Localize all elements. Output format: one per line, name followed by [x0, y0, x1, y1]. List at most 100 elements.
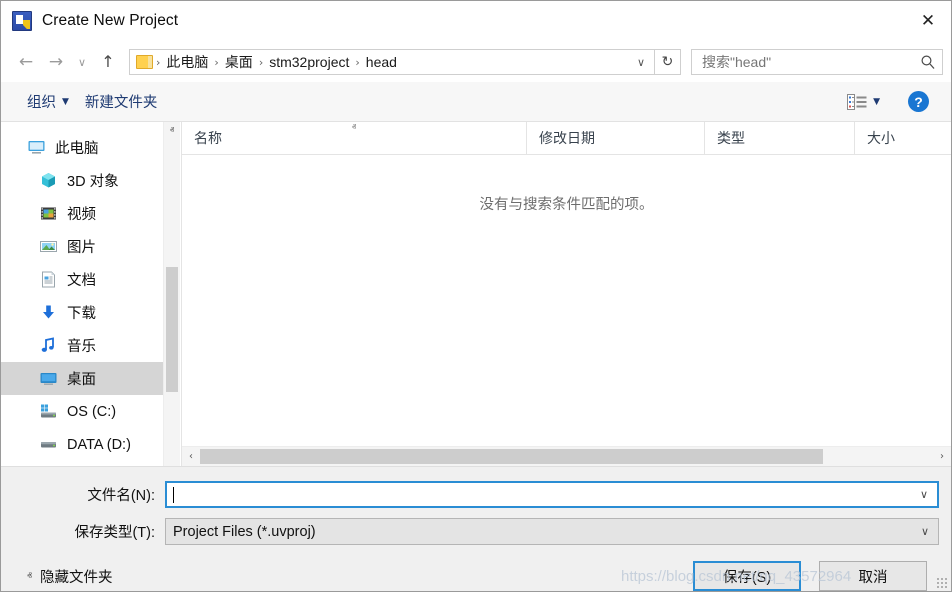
sidebar-item-label: 音乐: [67, 335, 96, 356]
filetype-select[interactable]: Project Files (*.uvproj) ∨: [165, 518, 939, 545]
up-one-level-icon[interactable]: ↑: [93, 48, 123, 76]
breadcrumb-item-this-pc[interactable]: 此电脑: [161, 52, 213, 72]
column-header-date-modified[interactable]: 修改日期: [527, 122, 705, 154]
sidebar-item-3d-objects[interactable]: 3D 对象: [1, 164, 180, 197]
new-folder-label: 新建文件夹: [85, 91, 158, 112]
text-cursor: [173, 487, 174, 503]
scrollbar-thumb[interactable]: [200, 449, 823, 464]
navigation-bar: ← → ∨ ↑ › 此电脑 › 桌面 › stm32project › head…: [1, 42, 951, 82]
chevron-down-icon: ▼: [62, 97, 69, 107]
file-list-pane: 名称 ⱏ 修改日期 类型 大小 没有与搜索条件匹配的项。 ‹ ›: [181, 122, 951, 466]
chevron-down-icon[interactable]: ∨: [914, 525, 936, 538]
sidebar-item-label: 3D 对象: [67, 170, 119, 191]
chevron-up-icon: ⱏ: [27, 571, 32, 582]
toolbar: 组织 ▼ 新建文件夹 ▼ ?: [1, 82, 951, 122]
forward-icon[interactable]: →: [41, 48, 71, 76]
new-folder-button[interactable]: 新建文件夹: [77, 87, 166, 116]
organize-button[interactable]: 组织 ▼: [19, 87, 77, 116]
search-box[interactable]: [691, 49, 943, 75]
breadcrumb-item-head[interactable]: head: [361, 54, 402, 70]
column-label: 大小: [867, 128, 895, 148]
hide-folders-label: 隐藏文件夹: [40, 566, 113, 587]
breadcrumb[interactable]: › 此电脑 › 桌面 › stm32project › head ∨: [129, 49, 655, 75]
column-label: 名称: [194, 128, 222, 148]
os-drive-icon: [39, 402, 58, 421]
navigation-pane-scrollbar[interactable]: ⱏ ⱟ: [163, 122, 180, 466]
column-header-size[interactable]: 大小: [855, 122, 951, 154]
keil-uvision-icon: [12, 11, 32, 31]
scrollbar-track[interactable]: [200, 447, 933, 466]
sidebar-item-desktop[interactable]: 桌面: [1, 362, 180, 395]
sidebar-item-videos[interactable]: 视频: [1, 197, 180, 230]
sidebar-item-pictures[interactable]: 图片: [1, 230, 180, 263]
sort-ascending-icon: ⱏ: [352, 123, 356, 133]
filetype-label: 保存类型(T):: [13, 521, 165, 542]
save-button[interactable]: 保存(S): [693, 561, 801, 591]
sidebar-item-music[interactable]: 音乐: [1, 329, 180, 362]
chevron-down-icon[interactable]: ∨: [913, 488, 935, 501]
file-list-horizontal-scrollbar[interactable]: ‹ ›: [182, 446, 951, 466]
dialog-actions: ⱏ 隐藏文件夹 保存(S) 取消: [13, 555, 939, 591]
sidebar-item-label: 桌面: [67, 368, 96, 389]
sidebar-item-label: 此电脑: [55, 137, 99, 158]
sidebar-item-os-drive[interactable]: OS (C:): [1, 395, 180, 428]
3d-objects-icon: [39, 171, 58, 190]
navigation-list: 此电脑 3D 对象 视频 图片 文档 下载 音乐 桌面 OS (C:) DATA…: [1, 122, 180, 461]
scroll-up-icon[interactable]: ⱏ: [164, 122, 180, 139]
sidebar-item-label: 视频: [67, 203, 96, 224]
create-new-project-dialog: Create New Project ✕ ← → ∨ ↑ › 此电脑 › 桌面 …: [0, 0, 952, 592]
organize-label: 组织: [27, 91, 56, 112]
folder-icon: [136, 55, 153, 69]
sidebar-item-label: OS (C:): [67, 404, 116, 420]
sidebar-item-downloads[interactable]: 下载: [1, 296, 180, 329]
resize-grip[interactable]: [936, 577, 947, 588]
search-input[interactable]: [702, 54, 920, 70]
sidebar-item-data-drive[interactable]: DATA (D:): [1, 428, 180, 461]
scroll-left-icon[interactable]: ‹: [182, 451, 200, 462]
cancel-button[interactable]: 取消: [819, 561, 927, 591]
back-icon[interactable]: ←: [11, 48, 41, 76]
sidebar-item-label: 文档: [67, 269, 96, 290]
save-form: 文件名(N): ∨ 保存类型(T): Project Files (*.uvpr…: [1, 466, 951, 591]
filename-label: 文件名(N):: [13, 484, 165, 505]
title-bar: Create New Project ✕: [1, 1, 951, 42]
filetype-row: 保存类型(T): Project Files (*.uvproj) ∨: [13, 518, 939, 545]
recent-locations-icon[interactable]: ∨: [71, 48, 93, 76]
scroll-right-icon[interactable]: ›: [933, 451, 951, 462]
sidebar-item-documents[interactable]: 文档: [1, 263, 180, 296]
chevron-down-icon[interactable]: ∨: [630, 56, 652, 69]
column-label: 修改日期: [539, 128, 595, 148]
column-header-name[interactable]: 名称 ⱏ: [182, 122, 527, 154]
breadcrumb-item-desktop[interactable]: 桌面: [220, 52, 258, 72]
sidebar-item-label: 下载: [67, 302, 96, 323]
help-icon[interactable]: ?: [908, 91, 929, 112]
sidebar-item-this-pc[interactable]: 此电脑: [1, 131, 180, 164]
navigation-pane: 此电脑 3D 对象 视频 图片 文档 下载 音乐 桌面 OS (C:) DATA…: [1, 122, 181, 466]
close-icon[interactable]: ✕: [905, 1, 951, 41]
scrollbar-thumb[interactable]: [166, 267, 178, 392]
column-header-type[interactable]: 类型: [705, 122, 855, 154]
search-icon: [920, 54, 936, 70]
desktop-icon: [39, 369, 58, 388]
computer-icon: [27, 138, 46, 157]
breadcrumb-item-stm32project[interactable]: stm32project: [264, 54, 354, 70]
column-label: 类型: [717, 128, 745, 148]
data-drive-icon: [39, 435, 58, 454]
window-title: Create New Project: [42, 12, 178, 30]
sidebar-item-label: 图片: [67, 236, 96, 257]
music-icon: [39, 336, 58, 355]
scroll-down-icon[interactable]: ⱟ: [164, 449, 180, 466]
empty-list-message: 没有与搜索条件匹配的项。: [182, 155, 951, 446]
filename-field[interactable]: ∨: [165, 481, 939, 508]
column-headers: 名称 ⱏ 修改日期 类型 大小: [182, 122, 951, 155]
view-options-button[interactable]: ▼: [839, 90, 888, 114]
sidebar-item-label: DATA (D:): [67, 437, 131, 453]
hide-folders-toggle[interactable]: ⱏ 隐藏文件夹: [27, 566, 112, 587]
downloads-icon: [39, 303, 58, 322]
documents-icon: [39, 270, 58, 289]
filename-row: 文件名(N): ∨: [13, 481, 939, 508]
pictures-icon: [39, 237, 58, 256]
refresh-icon[interactable]: ↻: [655, 49, 681, 75]
chevron-down-icon: ▼: [873, 97, 880, 107]
videos-icon: [39, 204, 58, 223]
